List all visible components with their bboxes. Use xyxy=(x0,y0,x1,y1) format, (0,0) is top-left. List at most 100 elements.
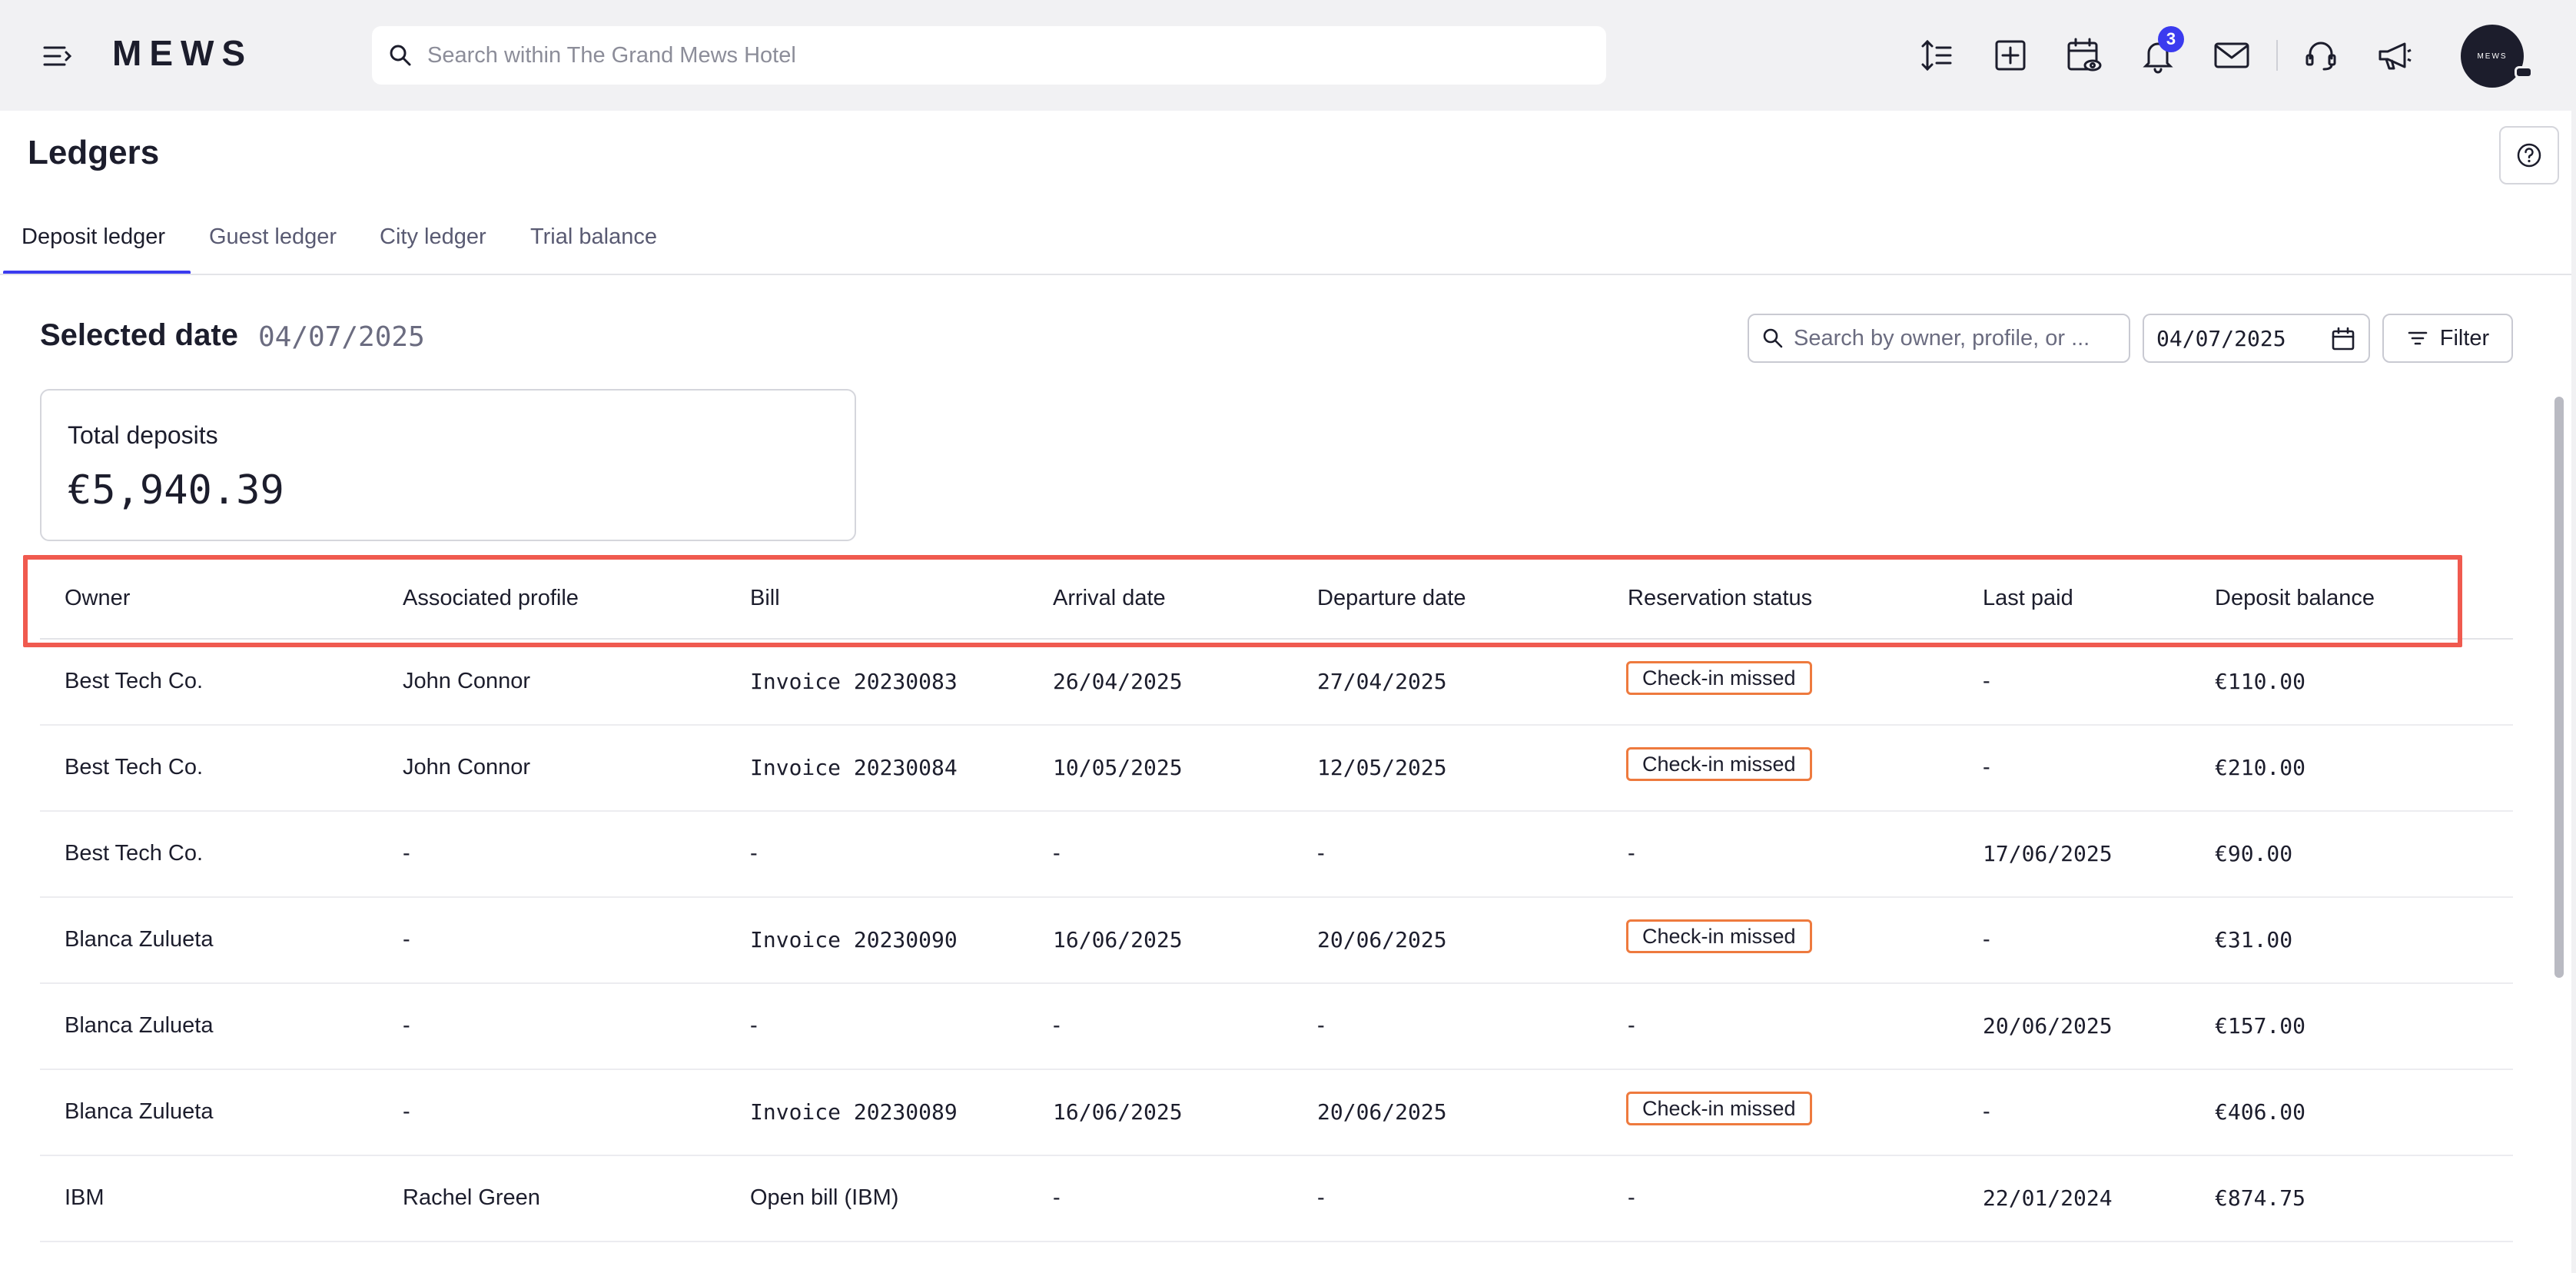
menu-icon[interactable] xyxy=(41,40,74,72)
megaphone-icon[interactable] xyxy=(2372,32,2418,78)
deposit-ledger-table: Owner Associated profile Bill Arrival da… xyxy=(40,550,2513,1242)
search-icon xyxy=(1763,328,1783,348)
cell-last-paid: 17/06/2025 xyxy=(1983,841,2113,866)
date-picker-value: 04/07/2025 xyxy=(2156,325,2286,351)
global-search-input[interactable] xyxy=(427,42,1503,68)
date-picker[interactable]: 04/07/2025 xyxy=(2143,314,2370,363)
calendar-eye-icon[interactable] xyxy=(2061,32,2107,78)
cell-bill: Invoice 20230089 xyxy=(750,1099,958,1125)
column-header-arrival-date[interactable]: Arrival date xyxy=(1053,586,1166,611)
cell-arrival-date: 26/04/2025 xyxy=(1053,669,1183,694)
cell-departure-date: 20/06/2025 xyxy=(1317,927,1447,952)
cell-bill: - xyxy=(750,1013,758,1038)
table-row[interactable]: Blanca Zulueta - Invoice 20230089 16/06/… xyxy=(40,1070,2513,1156)
table-row[interactable]: Blanca Zulueta - Invoice 20230090 16/06/… xyxy=(40,898,2513,984)
table-row[interactable]: IBM Rachel Green Open bill (IBM) - - - 2… xyxy=(40,1156,2513,1242)
mews-logo[interactable]: MEWS xyxy=(112,32,253,74)
column-header-bill[interactable]: Bill xyxy=(750,586,780,611)
column-header-reservation-status[interactable]: Reservation status xyxy=(1628,586,1812,611)
cell-departure-date: - xyxy=(1317,1185,1325,1210)
cell-owner: IBM xyxy=(65,1185,105,1210)
tab-deposit-ledger[interactable]: Deposit ledger xyxy=(22,224,165,250)
tab-guest-ledger[interactable]: Guest ledger xyxy=(209,224,337,250)
selected-date-label: Selected date xyxy=(40,318,238,352)
filter-button[interactable]: Filter xyxy=(2382,314,2513,363)
cell-arrival-date: - xyxy=(1053,1013,1061,1038)
calendar-icon[interactable] xyxy=(2330,326,2356,352)
search-icon xyxy=(390,45,411,66)
column-header-deposit-balance[interactable]: Deposit balance xyxy=(2215,586,2375,611)
table-row[interactable]: Blanca Zulueta - - - - - 20/06/2025 €157… xyxy=(40,984,2513,1070)
column-header-departure-date[interactable]: Departure date xyxy=(1317,586,1466,611)
status-badge: Check-in missed xyxy=(1626,747,1812,781)
toolbar-divider xyxy=(2276,40,2278,71)
vertical-scrollbar[interactable] xyxy=(2554,397,2564,978)
total-deposits-label: Total deposits xyxy=(68,421,218,449)
column-header-associated-profile[interactable]: Associated profile xyxy=(403,586,579,611)
cell-owner: Blanca Zulueta xyxy=(65,927,214,952)
mail-icon[interactable] xyxy=(2209,32,2255,78)
cell-deposit-balance: €874.75 xyxy=(2215,1185,2306,1211)
cell-last-paid: - xyxy=(1983,669,1990,693)
cell-deposit-balance: €157.00 xyxy=(2215,1013,2306,1039)
tab-city-ledger[interactable]: City ledger xyxy=(380,224,486,250)
cell-last-paid: 20/06/2025 xyxy=(1983,1013,2113,1039)
cell-last-paid: - xyxy=(1983,1099,1990,1124)
column-header-last-paid[interactable]: Last paid xyxy=(1983,586,2073,611)
tab-divider xyxy=(0,274,2571,275)
cell-arrival-date: 10/05/2025 xyxy=(1053,755,1183,780)
cell-arrival-date: - xyxy=(1053,1185,1061,1210)
cell-deposit-balance: €110.00 xyxy=(2215,669,2306,694)
cell-bill: Open bill (IBM) xyxy=(750,1185,899,1210)
top-bar: MEWS 3 MEWS xyxy=(0,0,2576,111)
cell-departure-date: - xyxy=(1317,1013,1325,1038)
selected-date-value: 04/07/2025 xyxy=(258,321,425,353)
cell-owner: Best Tech Co. xyxy=(65,755,204,779)
cell-deposit-balance: €406.00 xyxy=(2215,1099,2306,1125)
table-row[interactable]: Best Tech Co. John Connor Invoice 202300… xyxy=(40,640,2513,726)
status-indicator xyxy=(2515,66,2533,78)
bell-icon[interactable]: 3 xyxy=(2135,26,2184,78)
cell-departure-date: 12/05/2025 xyxy=(1317,755,1447,780)
cell-owner: Best Tech Co. xyxy=(65,669,204,693)
column-header-owner[interactable]: Owner xyxy=(65,586,130,611)
help-button[interactable] xyxy=(2499,126,2559,184)
tab-trial-balance[interactable]: Trial balance xyxy=(530,224,657,250)
help-icon xyxy=(2517,143,2541,168)
cell-reservation-status: - xyxy=(1628,1013,1635,1038)
cell-bill: - xyxy=(750,841,758,866)
cell-bill: Invoice 20230083 xyxy=(750,669,958,694)
table-row[interactable]: Best Tech Co. - - - - - 17/06/2025 €90.0… xyxy=(40,812,2513,898)
add-square-icon[interactable] xyxy=(1987,32,2033,78)
cell-bill: Invoice 20230084 xyxy=(750,755,958,780)
cell-owner: Best Tech Co. xyxy=(65,841,204,866)
sort-lines-icon[interactable] xyxy=(1914,32,1960,78)
cell-last-paid: - xyxy=(1983,755,1990,779)
cell-deposit-balance: €31.00 xyxy=(2215,927,2293,952)
main-panel: Ledgers Deposit ledger Guest ledger City… xyxy=(0,111,2571,1273)
cell-associated-profile: - xyxy=(403,841,410,866)
cell-last-paid: - xyxy=(1983,927,1990,952)
cell-arrival-date: - xyxy=(1053,841,1061,866)
user-avatar[interactable]: MEWS xyxy=(2461,25,2524,88)
cell-bill: Invoice 20230090 xyxy=(750,927,958,952)
total-deposits-value: €5,940.39 xyxy=(68,467,284,514)
filter-label: Filter xyxy=(2439,325,2490,351)
global-search[interactable] xyxy=(372,26,1606,85)
cell-associated-profile: - xyxy=(403,1099,410,1124)
status-badge: Check-in missed xyxy=(1626,1092,1812,1125)
ledger-search-input[interactable] xyxy=(1794,325,2116,351)
ledger-search[interactable] xyxy=(1748,314,2130,363)
cell-departure-date: 20/06/2025 xyxy=(1317,1099,1447,1125)
cell-deposit-balance: €90.00 xyxy=(2215,841,2293,866)
cell-arrival-date: 16/06/2025 xyxy=(1053,1099,1183,1125)
cell-arrival-date: 16/06/2025 xyxy=(1053,927,1183,952)
cell-associated-profile: John Connor xyxy=(403,755,531,779)
cell-departure-date: - xyxy=(1317,841,1325,866)
table-header: Owner Associated profile Bill Arrival da… xyxy=(40,550,2513,640)
headset-icon[interactable] xyxy=(2298,32,2344,78)
filter-icon xyxy=(2408,331,2428,345)
table-row[interactable]: Best Tech Co. John Connor Invoice 202300… xyxy=(40,726,2513,812)
cell-deposit-balance: €210.00 xyxy=(2215,755,2306,780)
cell-last-paid: 22/01/2024 xyxy=(1983,1185,2113,1211)
